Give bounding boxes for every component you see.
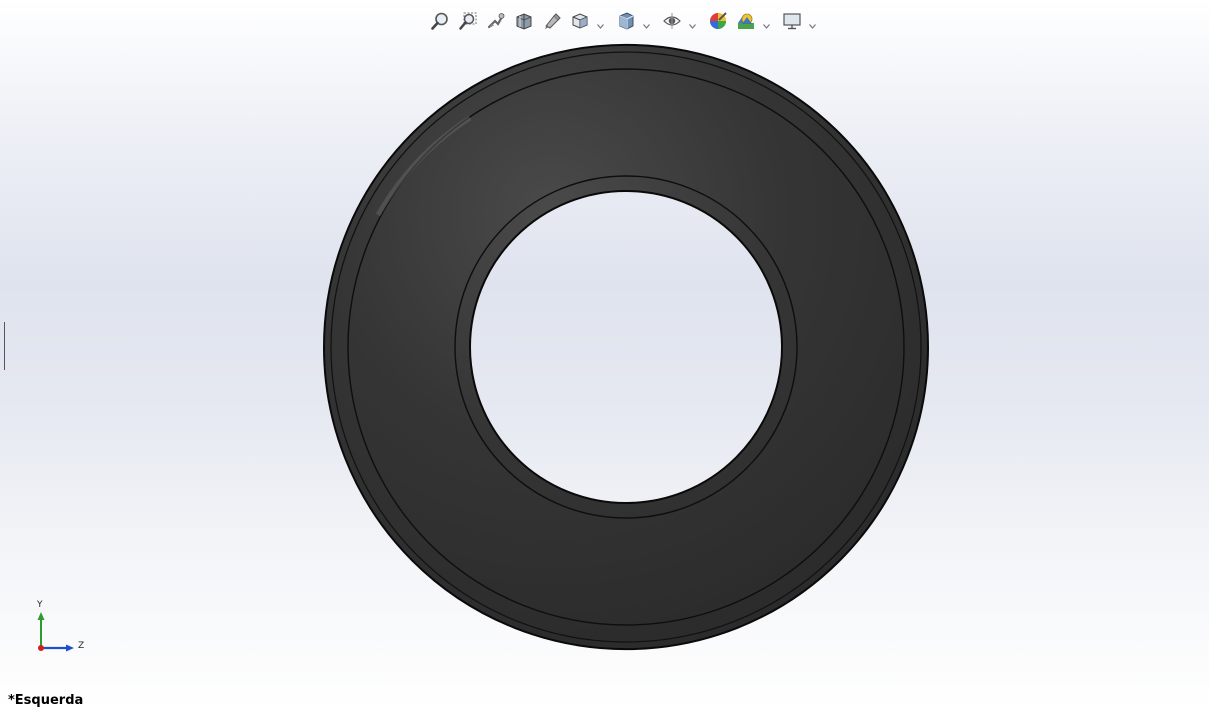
ring-body (322, 44, 930, 650)
view-orientation-label: *Esquerda (8, 693, 84, 708)
graphics-viewport[interactable]: Y Z *Esquerda (0, 0, 1209, 711)
y-axis-arrow-icon (37, 612, 45, 620)
x-axis-dot (38, 645, 44, 651)
reference-triad: Y Z (28, 596, 98, 658)
model-ring[interactable] (0, 0, 1209, 711)
triad-y-label: Y (36, 600, 43, 610)
z-axis-arrow-icon (66, 644, 74, 652)
triad-z-label: Z (78, 641, 84, 651)
